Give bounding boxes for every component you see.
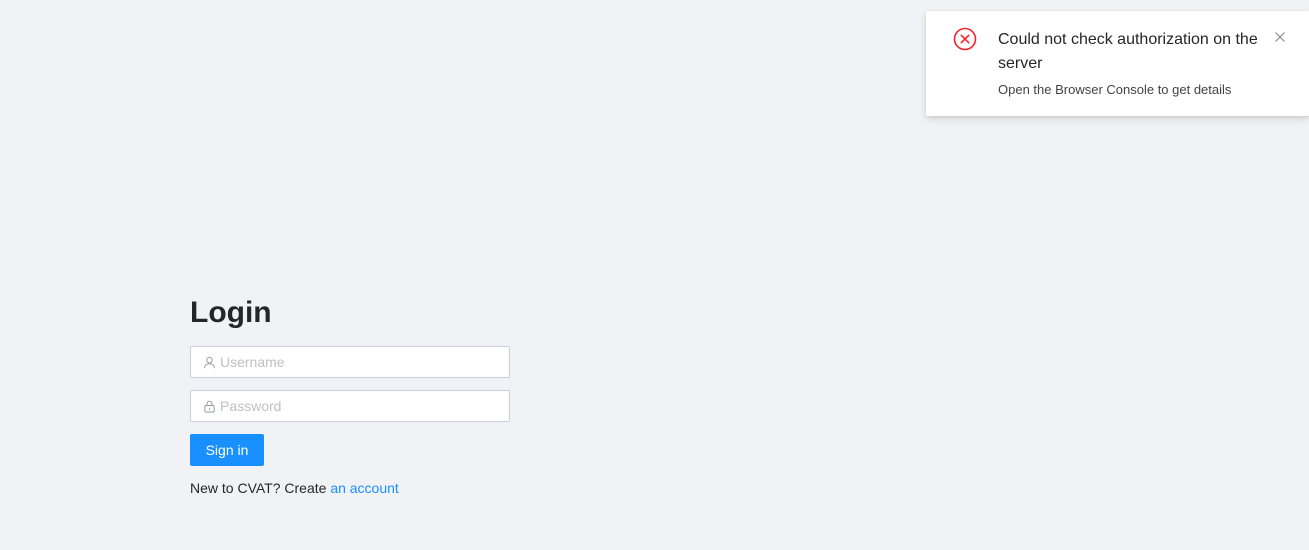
page-title: Login <box>190 296 272 329</box>
username-field[interactable] <box>190 346 510 378</box>
register-prompt: New to CVAT? Create an account <box>190 480 399 496</box>
sign-in-button[interactable]: Sign in <box>190 434 264 466</box>
error-notification: Could not check authorization on the ser… <box>926 11 1309 116</box>
user-icon <box>202 355 216 369</box>
register-prefix: New to CVAT? Create <box>190 480 331 496</box>
close-icon[interactable] <box>1273 30 1287 44</box>
login-panel: Login Sign in New to CVAT? Create an acc… <box>190 292 510 496</box>
password-input[interactable] <box>220 391 509 421</box>
notification-description: Open the Browser Console to get details <box>998 82 1232 97</box>
notification-title: Could not check authorization on the ser… <box>998 31 1258 72</box>
password-field[interactable] <box>190 390 510 422</box>
lock-icon <box>202 399 216 413</box>
username-input[interactable] <box>220 347 509 377</box>
close-circle-icon <box>953 27 977 51</box>
create-account-link[interactable]: an account <box>330 480 399 496</box>
